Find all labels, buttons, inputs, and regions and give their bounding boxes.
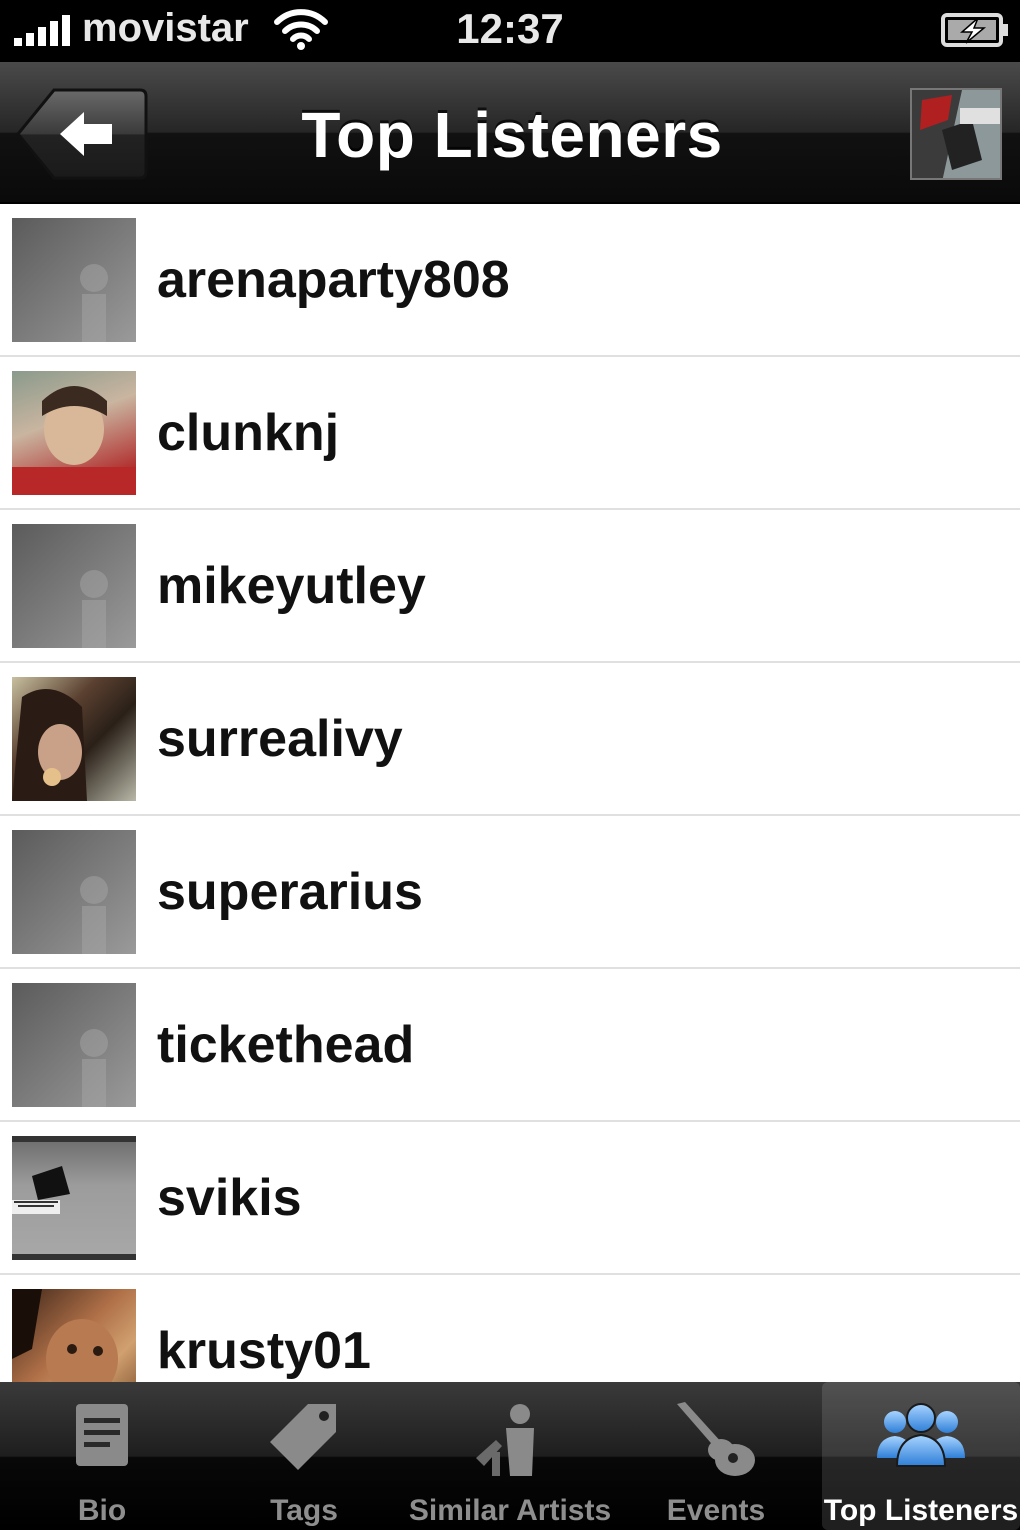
tab-bio[interactable]: Bio	[0, 1382, 204, 1530]
listener-username: arenaparty808	[157, 251, 510, 309]
artist-image-icon	[912, 90, 1000, 178]
users-icon	[877, 1403, 965, 1467]
tab-events[interactable]: Events	[616, 1382, 816, 1530]
listener-username: svikis	[157, 1169, 302, 1227]
list-item[interactable]: superarius	[0, 816, 1020, 969]
default-avatar-icon	[12, 524, 136, 648]
list-item[interactable]: surrealivy	[0, 663, 1020, 816]
tab-label: Similar Artists	[408, 1494, 612, 1527]
tab-similar-artists[interactable]: Similar Artists	[404, 1382, 616, 1530]
guitar-icon	[677, 1402, 755, 1476]
avatar	[12, 1136, 136, 1260]
listener-username: krusty01	[157, 1322, 371, 1380]
listener-username: tickethead	[157, 1016, 415, 1074]
tab-label: Top Listeners	[823, 1494, 1019, 1527]
avatar	[12, 371, 136, 495]
status-time: 12:37	[456, 5, 564, 52]
avatar	[12, 677, 136, 801]
tag-icon	[270, 1404, 336, 1470]
listener-list: arenaparty808 clunknj mikeyutley surreal…	[0, 204, 1020, 1382]
list-item[interactable]: krusty01	[0, 1275, 1020, 1382]
default-avatar-icon	[12, 983, 136, 1107]
tab-label: Bio	[77, 1494, 127, 1527]
page-title: Top Listeners	[301, 99, 723, 171]
battery-charging-icon	[941, 13, 1008, 47]
list-item[interactable]: mikeyutley	[0, 510, 1020, 663]
status-bar: movistar 12:37	[0, 0, 1020, 62]
tab-label: Tags	[270, 1494, 338, 1527]
list-item[interactable]: tickethead	[0, 969, 1020, 1122]
avatar	[12, 1289, 136, 1382]
listener-username: clunknj	[157, 404, 340, 462]
list-item[interactable]: arenaparty808	[0, 204, 1020, 357]
list-item[interactable]: svikis	[0, 1122, 1020, 1275]
tab-bar: Bio Tags Similar Artists Events Top List…	[0, 1382, 1020, 1530]
tab-label: Events	[666, 1494, 766, 1527]
listener-username: mikeyutley	[157, 557, 426, 615]
navigation-bar: Top Listeners	[0, 62, 1020, 204]
default-avatar-icon	[12, 218, 136, 342]
document-icon	[76, 1404, 128, 1466]
tab-top-listeners[interactable]: Top Listeners	[822, 1382, 1020, 1530]
people-silhouette-icon	[476, 1404, 534, 1476]
artist-thumbnail[interactable]	[910, 88, 1002, 180]
default-avatar-icon	[12, 830, 136, 954]
listener-username: surrealivy	[157, 710, 403, 768]
tab-tags[interactable]: Tags	[204, 1382, 404, 1530]
list-item[interactable]: clunknj	[0, 357, 1020, 510]
listener-username: superarius	[157, 863, 423, 921]
